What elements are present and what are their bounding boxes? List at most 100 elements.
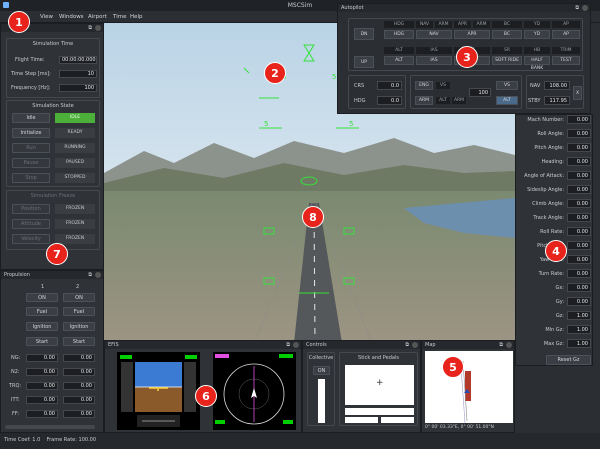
data-label: Angle of Attack: xyxy=(524,173,564,179)
swap-freq-button[interactable]: X xyxy=(573,86,582,100)
map-svg xyxy=(460,360,471,424)
data-label: Heading: xyxy=(541,159,565,165)
reset-gz-button[interactable]: Reset Gz xyxy=(546,355,591,365)
close-icon[interactable] xyxy=(582,5,588,11)
engine-1-on-button[interactable]: ON xyxy=(26,293,58,302)
flight-time-field[interactable]: 00:00:00.000 xyxy=(59,56,97,64)
annotation-badge-3: 3 xyxy=(456,46,478,68)
controls-title: Controls xyxy=(306,342,327,348)
close-icon[interactable] xyxy=(95,272,101,278)
crs-spinbox[interactable]: 0.0 xyxy=(377,81,402,90)
apr-button[interactable]: APR xyxy=(454,30,490,39)
map-coordinates: 0° 00' 03.33"E, 0° 00' 51.00"N xyxy=(425,425,494,430)
data-value: 0.00 xyxy=(567,269,591,278)
half-bank-button[interactable]: HALF BANK xyxy=(524,56,550,71)
nav-annunciator: NAV xyxy=(416,21,433,28)
bc-button[interactable]: BC xyxy=(492,30,522,39)
itt-label: ITT: xyxy=(11,397,20,403)
yd-button[interactable]: YD xyxy=(524,30,550,39)
velocity-freeze-button[interactable]: Velocity xyxy=(12,234,50,244)
nd-svg xyxy=(215,354,293,425)
arm-button[interactable]: ARM xyxy=(415,96,433,105)
autopilot-title: Autopilot xyxy=(341,5,364,11)
data-label: Mach Number: xyxy=(527,117,564,123)
engine-2-start-button[interactable]: Start xyxy=(63,337,95,346)
hdg-spinbox[interactable]: 0.0 xyxy=(377,96,402,105)
ias-button[interactable]: IAS xyxy=(416,56,452,65)
run-button[interactable]: Run xyxy=(12,143,50,153)
propulsion-panel: Propulsion ⧉ 1 2 ON ON Fuel Fuel Ignitio… xyxy=(0,270,104,433)
menu-windows[interactable]: Windows xyxy=(59,14,84,20)
engine-2-header: 2 xyxy=(76,284,80,290)
dn-button[interactable]: DN xyxy=(354,28,374,40)
hdg-label: HDG xyxy=(354,98,366,104)
stby-freq-spinbox[interactable]: 117.95 xyxy=(544,96,570,105)
collective-on-button[interactable]: ON xyxy=(313,366,330,375)
alt-button[interactable]: ALT xyxy=(384,56,414,65)
trq-engine-1: 0.00 xyxy=(26,382,58,390)
attitude-freeze-button[interactable]: Attitude xyxy=(12,219,50,229)
menu-view[interactable]: View xyxy=(40,14,53,20)
idle-button[interactable]: Idle xyxy=(12,113,50,123)
data-value: 0.00 xyxy=(567,241,591,250)
map-view[interactable] xyxy=(425,351,513,424)
engine-2-on-button[interactable]: ON xyxy=(63,293,95,302)
data-label: Max Gz: xyxy=(543,341,564,347)
nav-freq-field[interactable]: 108.00 xyxy=(544,81,570,90)
initialize-button[interactable]: Initialize xyxy=(12,128,50,138)
ng-engine-2: 0.00 xyxy=(63,354,95,362)
engine-1-start-button[interactable]: Start xyxy=(26,337,58,346)
vs-engage-button[interactable]: VS xyxy=(496,81,518,90)
engine-2-ignition-button[interactable]: Ignition xyxy=(63,322,95,331)
horizontal-scrollbar[interactable] xyxy=(5,425,95,429)
data-value: 1.00 xyxy=(567,311,591,320)
bc-annunciator: BC xyxy=(492,21,522,28)
sim-time-title: Simulation Time xyxy=(32,41,74,47)
menu-airport[interactable]: Airport xyxy=(88,14,107,20)
map-panel: Map ⧉ 0° 00' 03.33"E, 0° 00' 51.00"N xyxy=(421,340,515,433)
frequency-field[interactable]: 100 xyxy=(59,84,97,92)
position-freeze-button[interactable]: Position xyxy=(12,204,50,214)
eng-button[interactable]: ENG xyxy=(415,81,433,90)
pause-button[interactable]: Pause xyxy=(12,158,50,168)
propulsion-title: Propulsion xyxy=(4,272,30,278)
float-icon[interactable]: ⧉ xyxy=(575,5,579,11)
float-icon[interactable]: ⧉ xyxy=(499,342,503,348)
ap-button[interactable]: AP xyxy=(552,30,580,39)
menu-help[interactable]: Help xyxy=(130,14,143,20)
nav-button[interactable]: NAV xyxy=(416,30,452,39)
trq-label: TRQ: xyxy=(9,383,22,389)
alt-mode-annunciator: ALT xyxy=(436,97,450,104)
soft-ride-button[interactable]: SOFT RIDE xyxy=(492,56,522,65)
close-icon[interactable] xyxy=(506,342,512,348)
annotation-badge-7: 7 xyxy=(46,243,68,265)
engine-1-ignition-button[interactable]: Ignition xyxy=(26,322,58,331)
propulsion-header: Propulsion ⧉ xyxy=(1,271,103,279)
vs-spinbox[interactable]: 100 xyxy=(469,88,491,97)
float-icon[interactable]: ⧉ xyxy=(88,272,92,278)
efis-title: EFIS xyxy=(108,342,119,348)
time-step-field[interactable]: 10 xyxy=(59,70,97,78)
primary-flight-display xyxy=(117,352,200,430)
test-button[interactable]: TEST xyxy=(552,56,580,65)
menu-time[interactable]: Time xyxy=(113,14,126,20)
float-icon[interactable]: ⧉ xyxy=(405,342,409,348)
float-icon[interactable]: ⧉ xyxy=(286,342,290,348)
data-value: 0.00 xyxy=(567,283,591,292)
data-value: 0.00 xyxy=(567,297,591,306)
engine-2-fuel-button[interactable]: Fuel xyxy=(63,307,95,316)
collective-gauge xyxy=(318,379,325,423)
float-icon[interactable]: ⧉ xyxy=(88,25,92,31)
close-icon[interactable] xyxy=(412,342,418,348)
close-icon[interactable] xyxy=(293,342,299,348)
autopilot-header: Autopilot ⧉ xyxy=(338,4,590,12)
close-icon[interactable] xyxy=(95,25,101,31)
sr-annunciator: SR xyxy=(492,47,522,54)
hdg-annunciator: HDG xyxy=(384,21,414,28)
engine-1-fuel-button[interactable]: Fuel xyxy=(26,307,58,316)
stop-button[interactable]: Stop xyxy=(12,173,50,183)
up-button[interactable]: UP xyxy=(354,56,374,68)
alt-engage-button[interactable]: ALT xyxy=(496,96,518,105)
hdg-button[interactable]: HDG xyxy=(384,30,414,39)
ias-annunciator: IAS xyxy=(416,47,452,54)
